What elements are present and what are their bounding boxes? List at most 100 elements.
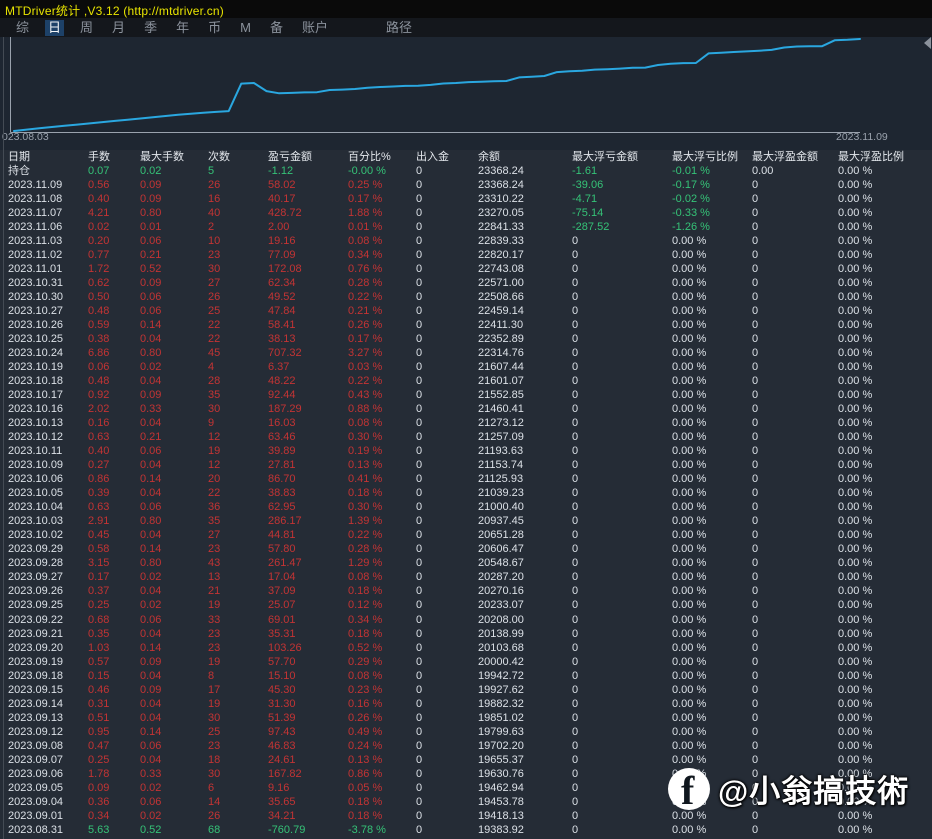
cell-date: 2023.10.02 [8, 528, 88, 542]
cell-max-float-profit: 0 [752, 823, 838, 837]
table-row[interactable]: 2023.09.180.150.04815.100.08 %019942.720… [0, 669, 932, 683]
column-header-max-float-profit-ratio[interactable]: 最大浮盈比例 [838, 150, 928, 164]
cell-pl-amount: 86.70 [268, 472, 348, 486]
column-header-trades[interactable]: 次数 [208, 150, 268, 164]
table-row[interactable]: 2023.11.020.770.212377.090.34 %022820.17… [0, 248, 932, 262]
cell-lots: 0.09 [88, 781, 140, 795]
table-row[interactable]: 2023.10.162.020.3330187.290.88 %021460.4… [0, 402, 932, 416]
cell-trades: 19 [208, 697, 268, 711]
table-row[interactable]: 2023.10.020.450.042744.810.22 %020651.28… [0, 528, 932, 542]
menu-item-综[interactable]: 综 [13, 20, 32, 36]
cell-pl-percent: -0.00 % [348, 164, 416, 178]
table-row[interactable]: 2023.11.074.210.8040428.721.88 %023270.0… [0, 206, 932, 220]
table-row[interactable]: 2023.10.050.390.042238.830.18 %021039.23… [0, 486, 932, 500]
column-header-max-float-profit[interactable]: 最大浮盈金额 [752, 150, 838, 164]
cell-max-lots: 0.06 [140, 500, 208, 514]
cell-max-float-profit: 0 [752, 500, 838, 514]
table-row[interactable]: 2023.10.310.620.092762.340.28 %022571.00… [0, 276, 932, 290]
cell-max-float-loss-ratio: 0.00 % [672, 430, 752, 444]
table-row[interactable]: 2023.10.032.910.8035286.171.39 %020937.4… [0, 514, 932, 528]
table-row[interactable]: 2023.10.270.480.062547.840.21 %022459.14… [0, 304, 932, 318]
menu-item-备[interactable]: 备 [267, 20, 286, 36]
cell-deposit: 0 [416, 739, 478, 753]
column-header-max-lots[interactable]: 最大手数 [140, 150, 208, 164]
table-row[interactable]: 持仓0.070.025-1.12-0.00 %023368.24-1.61-0.… [0, 164, 932, 178]
column-header-max-float-loss[interactable]: 最大浮亏金额 [572, 150, 672, 164]
table-row[interactable]: 2023.10.170.920.093592.440.43 %021552.85… [0, 388, 932, 402]
table-row[interactable]: 2023.10.090.270.041227.810.13 %021153.74… [0, 458, 932, 472]
column-header-deposit[interactable]: 出入金 [416, 150, 478, 164]
table-row[interactable]: 2023.11.030.200.061019.160.08 %022839.33… [0, 234, 932, 248]
table-row[interactable]: 2023.11.060.020.0122.000.01 %022841.33-2… [0, 220, 932, 234]
table-row[interactable]: 2023.10.300.500.062649.520.22 %022508.66… [0, 290, 932, 304]
table-row[interactable]: 2023.09.270.170.021317.040.08 %020287.20… [0, 570, 932, 584]
table-row[interactable]: 2023.10.180.480.042848.220.22 %021601.07… [0, 374, 932, 388]
menu-item-账户[interactable]: 账户 [299, 20, 331, 36]
cell-trades: 23 [208, 641, 268, 655]
cell-lots: 1.78 [88, 767, 140, 781]
cell-balance: 19383.92 [478, 823, 572, 837]
cell-balance: 20000.42 [478, 655, 572, 669]
cell-trades: 10 [208, 234, 268, 248]
menu-item-日[interactable]: 日 [45, 20, 64, 36]
cell-max-float-profit-ratio: 0.00 % [838, 655, 928, 669]
table-row[interactable]: 2023.09.210.350.042335.310.18 %020138.99… [0, 627, 932, 641]
table-row[interactable]: 2023.09.080.470.062346.830.24 %019702.20… [0, 739, 932, 753]
table-row[interactable]: 2023.09.140.310.041931.300.16 %019882.32… [0, 697, 932, 711]
table-row[interactable]: 2023.11.080.400.091640.170.17 %023310.22… [0, 192, 932, 206]
table-row[interactable]: 2023.09.070.250.041824.610.13 %019655.37… [0, 753, 932, 767]
table-row[interactable]: 2023.09.150.460.091745.300.23 %019927.62… [0, 683, 932, 697]
table-row[interactable]: 2023.09.130.510.043051.390.26 %019851.02… [0, 711, 932, 725]
table-row[interactable]: 2023.10.260.590.142258.410.26 %022411.30… [0, 318, 932, 332]
column-header-max-float-loss-ratio[interactable]: 最大浮亏比例 [672, 150, 752, 164]
table-row[interactable]: 2023.09.190.570.091957.700.29 %020000.42… [0, 655, 932, 669]
column-header-pl-percent[interactable]: 百分比% [348, 150, 416, 164]
menu-item-月[interactable]: 月 [109, 20, 128, 36]
menu-item-M[interactable]: M [237, 20, 254, 36]
cell-deposit: 0 [416, 655, 478, 669]
cell-max-lots: 0.06 [140, 234, 208, 248]
cell-balance: 21601.07 [478, 374, 572, 388]
table-row[interactable]: 2023.09.220.680.063369.010.34 %020208.00… [0, 613, 932, 627]
table-row[interactable]: 2023.09.290.580.142357.800.28 %020606.47… [0, 542, 932, 556]
table-row[interactable]: 2023.10.110.400.061939.890.19 %021193.63… [0, 444, 932, 458]
table-row[interactable]: 2023.11.011.720.5230172.080.76 %022743.0… [0, 262, 932, 276]
cell-lots: 0.95 [88, 725, 140, 739]
column-header-date[interactable]: 日期 [8, 150, 88, 164]
table-row[interactable]: 2023.10.040.630.063662.950.30 %021000.40… [0, 500, 932, 514]
cell-max-float-loss: 0 [572, 500, 672, 514]
table-row[interactable]: 2023.10.190.060.0246.370.03 %021607.4400… [0, 360, 932, 374]
cell-balance: 19702.20 [478, 739, 572, 753]
table-row[interactable]: 2023.10.130.160.04916.030.08 %021273.120… [0, 416, 932, 430]
cell-lots: 2.02 [88, 402, 140, 416]
column-header-lots[interactable]: 手数 [88, 150, 140, 164]
table-row[interactable]: 2023.09.260.370.042137.090.18 %020270.16… [0, 584, 932, 598]
menu-item-年[interactable]: 年 [173, 20, 192, 36]
menu-item-币[interactable]: 币 [205, 20, 224, 36]
cell-trades: 22 [208, 318, 268, 332]
cell-pl-amount: 428.72 [268, 206, 348, 220]
table-row[interactable]: 2023.09.283.150.8043261.471.29 %020548.6… [0, 556, 932, 570]
cell-max-float-loss-ratio: 0.00 % [672, 346, 752, 360]
facebook-icon: f [668, 768, 710, 810]
cell-date: 2023.10.04 [8, 500, 88, 514]
table-row[interactable]: 2023.08.315.630.5268-760.79-3.78 %019383… [0, 823, 932, 837]
cell-max-float-profit-ratio: 0.00 % [838, 584, 928, 598]
menu-item-周[interactable]: 周 [77, 20, 96, 36]
table-row[interactable]: 2023.10.060.860.142086.700.41 %021125.93… [0, 472, 932, 486]
column-header-pl-amount[interactable]: 盈亏金额 [268, 150, 348, 164]
table-row[interactable]: 2023.10.120.630.211263.460.30 %021257.09… [0, 430, 932, 444]
cell-deposit: 0 [416, 206, 478, 220]
column-header-balance[interactable]: 余额 [478, 150, 572, 164]
menu-item-季[interactable]: 季 [141, 20, 160, 36]
table-row[interactable]: 2023.10.246.860.8045707.323.27 %022314.7… [0, 346, 932, 360]
table-row[interactable]: 2023.09.120.950.142597.430.49 %019799.63… [0, 725, 932, 739]
table-row[interactable]: 2023.09.201.030.1423103.260.52 %020103.6… [0, 641, 932, 655]
table-row[interactable]: 2023.10.250.380.042238.130.17 %022352.89… [0, 332, 932, 346]
scroll-left-arrow-icon[interactable] [924, 37, 931, 49]
cell-max-float-profit: 0 [752, 570, 838, 584]
cell-max-lots: 0.06 [140, 444, 208, 458]
table-row[interactable]: 2023.09.250.250.021925.070.12 %020233.07… [0, 598, 932, 612]
menu-item-路径[interactable]: 路径 [383, 20, 415, 36]
table-row[interactable]: 2023.11.090.560.092658.020.25 %023368.24… [0, 178, 932, 192]
